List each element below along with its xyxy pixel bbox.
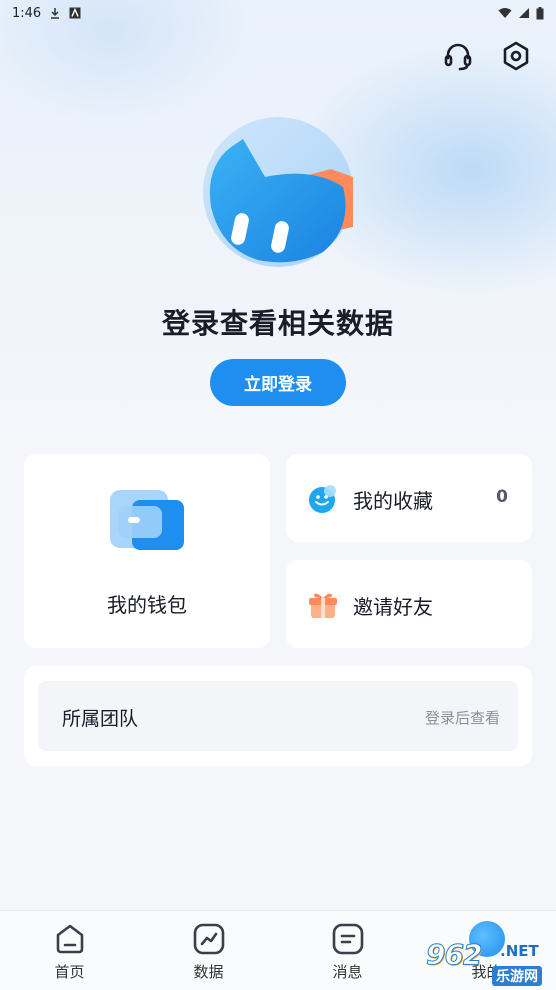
invite-friends-card[interactable]: 邀请好友 bbox=[286, 560, 532, 648]
battery-icon bbox=[536, 6, 544, 19]
cat-mascot-avatar-icon bbox=[203, 117, 353, 267]
wallet-icon bbox=[110, 490, 184, 550]
status-time: 1:46 bbox=[12, 5, 42, 21]
team-row[interactable]: 所属团队 登录后查看 bbox=[38, 681, 518, 751]
team-card: 所属团队 登录后查看 bbox=[24, 666, 532, 766]
download-icon bbox=[51, 8, 60, 19]
favorites-card[interactable]: 我的收藏 0 bbox=[286, 454, 532, 542]
status-bar: 1:46 bbox=[0, 0, 556, 26]
tab-messages-label: 消息 bbox=[332, 963, 363, 981]
team-label: 所属团队 bbox=[62, 708, 139, 730]
wallet-label: 我的钱包 bbox=[107, 593, 187, 617]
gift-icon bbox=[309, 593, 337, 618]
notification-a-icon bbox=[69, 7, 81, 19]
wallet-card[interactable]: 我的钱包 bbox=[24, 454, 270, 648]
login-button[interactable]: 立即登录 bbox=[210, 359, 346, 406]
top-actions bbox=[440, 38, 534, 74]
team-login-hint: 登录后查看 bbox=[424, 709, 500, 727]
tab-data-label: 数据 bbox=[193, 963, 224, 981]
invite-friends-label: 邀请好友 bbox=[353, 595, 433, 619]
headset-icon bbox=[444, 43, 472, 71]
settings-button[interactable] bbox=[498, 38, 534, 74]
home-icon bbox=[56, 924, 83, 954]
customer-service-button[interactable] bbox=[440, 38, 476, 74]
settings-hexagon-icon bbox=[503, 41, 529, 71]
chart-icon bbox=[193, 923, 224, 955]
tab-home[interactable]: 首页 bbox=[0, 911, 139, 990]
login-prompt-title: 登录查看相关数据 bbox=[161, 307, 394, 340]
favorites-count: 0 bbox=[496, 487, 508, 507]
tab-data[interactable]: 数据 bbox=[139, 911, 278, 990]
message-icon bbox=[332, 923, 363, 955]
signal-icon bbox=[519, 8, 529, 18]
wifi-icon bbox=[498, 8, 512, 18]
tab-mine[interactable]: 我的 bbox=[417, 911, 556, 990]
tab-mine-label: 我的 bbox=[471, 963, 502, 981]
favorites-label: 我的收藏 bbox=[353, 489, 433, 513]
avatar[interactable] bbox=[203, 117, 353, 267]
tab-messages[interactable]: 消息 bbox=[278, 911, 417, 990]
smile-face-icon bbox=[309, 485, 336, 513]
profile-icon bbox=[468, 921, 505, 957]
tab-home-label: 首页 bbox=[54, 963, 85, 981]
bottom-tab-bar: 首页 数据 消息 我的 bbox=[0, 910, 556, 990]
